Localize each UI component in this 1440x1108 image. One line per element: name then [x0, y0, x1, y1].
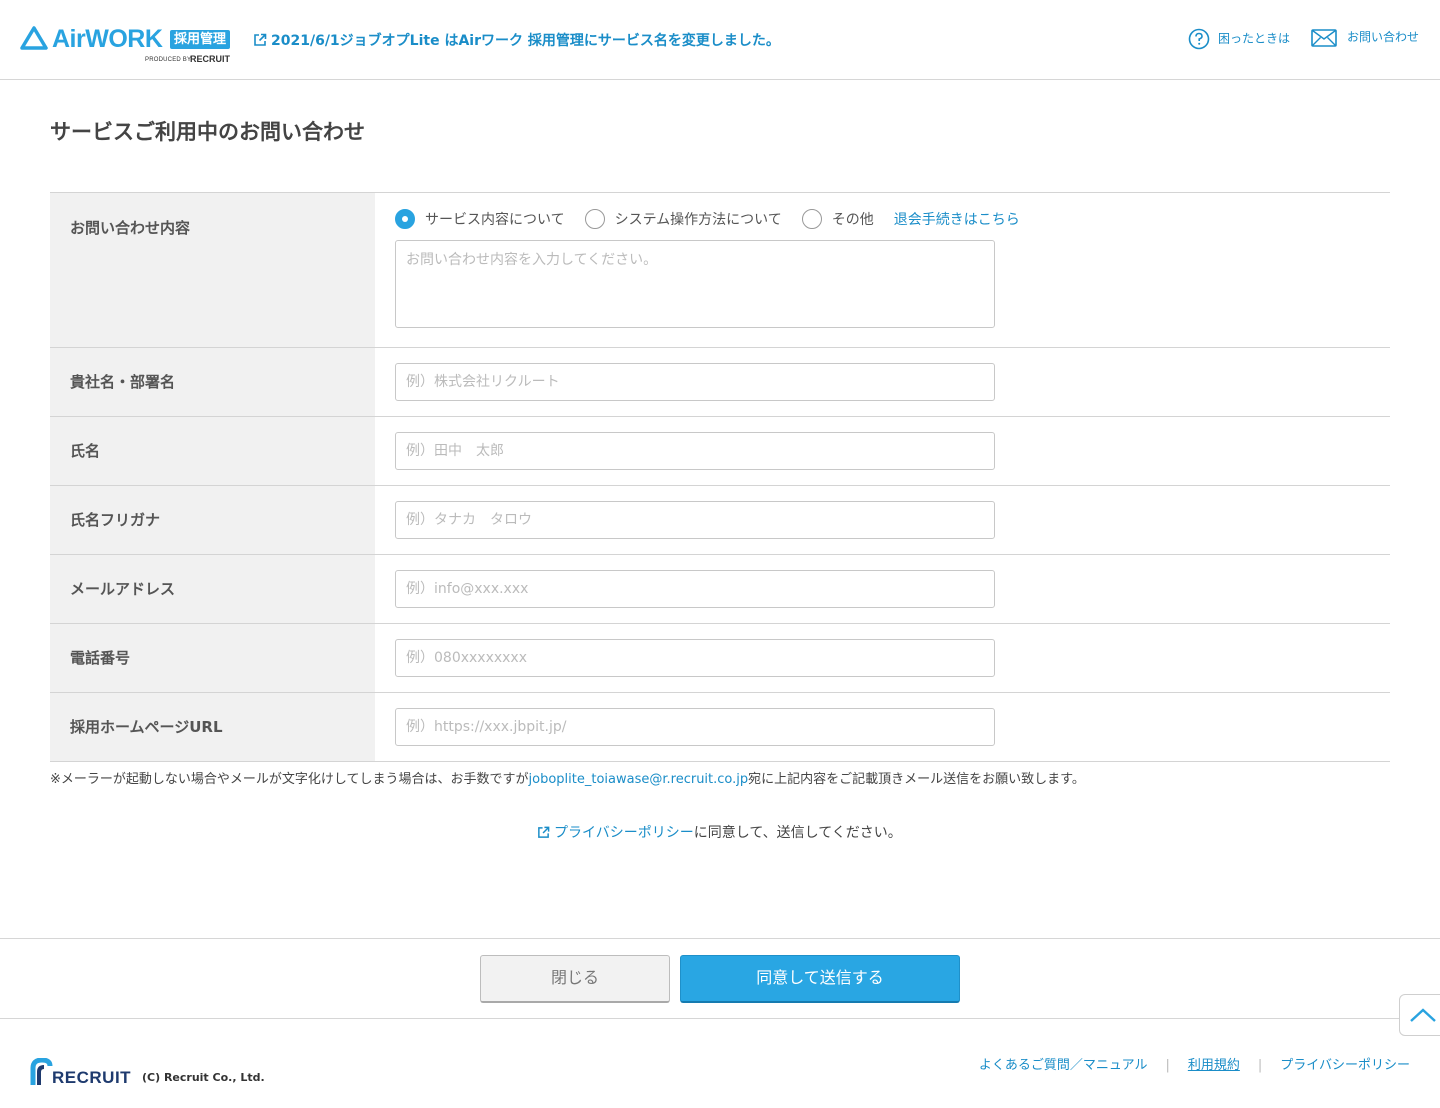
logo-text: AirWORK — [52, 25, 163, 53]
footer-separator: | — [1257, 1058, 1263, 1073]
radio-unchecked-icon — [584, 209, 605, 229]
radio-other-label: その他 — [831, 212, 874, 228]
announcement-link[interactable]: 2021/6/1ジョブオプLite はAirワーク 採用管理にサービス名を変更し… — [253, 30, 780, 50]
inquiry-type-radios: サービス内容について システム操作方法について その他 退会手続きはこちら — [395, 207, 1390, 231]
help-link[interactable]: 困ったときは — [1188, 28, 1290, 50]
radio-system[interactable]: システム操作方法について — [584, 209, 782, 229]
inquiry-textarea[interactable]: お問い合わせ内容を入力してください。 — [395, 240, 995, 328]
homepage-label: 採用ホームページURL — [50, 693, 375, 761]
form-row-company: 貴社名・部署名 例）株式会社リクルート — [50, 348, 1390, 417]
form-row-homepage: 採用ホームページURL 例）https://xxx.jbpit.jp/ — [50, 693, 1390, 762]
form-row-inquiry: お問い合わせ内容 サービス内容について システム操作方法について その他 退会手… — [50, 193, 1390, 348]
name-label: 氏名 — [50, 417, 375, 485]
furigana-label: 氏名フリガナ — [50, 486, 375, 554]
homepage-input[interactable]: 例）https://xxx.jbpit.jp/ — [395, 708, 995, 746]
copyright: (C) Recruit Co., Ltd. — [142, 1071, 265, 1084]
privacy-suffix: に同意して、送信してください。 — [693, 825, 902, 841]
submit-button[interactable]: 同意して送信する — [680, 955, 960, 1003]
company-input[interactable]: 例）株式会社リクルート — [395, 363, 995, 401]
form-row-furigana: 氏名フリガナ 例）タナカ タロウ — [50, 486, 1390, 555]
airwork-logo[interactable]: AirWORK 採用管理 PRODUCED BY RECRUIT — [20, 26, 235, 70]
contact-label: お問い合わせ — [1347, 30, 1420, 44]
mail-address-link[interactable]: joboplite_toiawase@r.recruit.co.jp — [529, 772, 749, 787]
phone-input[interactable]: 例）080xxxxxxxx — [395, 639, 995, 677]
page-title: サービスご利用中のお問い合わせ — [50, 120, 365, 144]
envelope-icon — [1311, 28, 1337, 47]
radio-system-label: システム操作方法について — [614, 212, 782, 228]
form-row-name: 氏名 例）田中 太郎 — [50, 417, 1390, 486]
radio-service[interactable]: サービス内容について — [395, 209, 565, 229]
phone-label: 電話番号 — [50, 624, 375, 692]
close-button[interactable]: 閉じる — [480, 955, 670, 1003]
scroll-to-top-button[interactable] — [1399, 994, 1440, 1036]
inquiry-form: お問い合わせ内容 サービス内容について システム操作方法について その他 退会手… — [50, 192, 1390, 762]
footer-link-terms[interactable]: 利用規約 — [1188, 1058, 1240, 1073]
footer-recruit-wordmark: RECRUIT — [52, 1068, 132, 1087]
footer-link-faq[interactable]: よくあるご質問／マニュアル — [979, 1058, 1148, 1073]
radio-checked-icon — [395, 209, 415, 229]
logo-produced-by: PRODUCED BY — [145, 57, 192, 63]
radio-service-label: サービス内容について — [425, 212, 565, 228]
external-link-icon — [254, 33, 267, 46]
footer-links: よくあるご質問／マニュアル | 利用規約 | プライバシーポリシー — [979, 1054, 1410, 1073]
form-row-email: メールアドレス 例）info@xxx.xxx — [50, 555, 1390, 624]
company-label: 貴社名・部署名 — [50, 348, 375, 416]
mail-note-suffix: 宛に上記内容をご記載頂きメール送信をお願い致します。 — [748, 772, 1085, 787]
radio-unchecked-icon — [801, 209, 822, 229]
form-row-phone: 電話番号 例）080xxxxxxxx — [50, 624, 1390, 693]
mail-fallback-note: ※メーラーが起動しない場合やメールが文字化けしてしまう場合は、お手数ですがjob… — [50, 768, 1085, 787]
announcement-text: 2021/6/1ジョブオプLite はAirワーク 採用管理にサービス名を変更し… — [271, 33, 780, 49]
inquiry-label: お問い合わせ内容 — [50, 193, 375, 347]
withdraw-link[interactable]: 退会手続きはこちら — [894, 209, 1020, 229]
mail-note-prefix: ※メーラーが起動しない場合やメールが文字化けしてしまう場合は、お手数ですが — [50, 772, 529, 787]
radio-other[interactable]: その他 — [801, 209, 874, 229]
help-label: 困ったときは — [1218, 31, 1291, 46]
airwork-logo-icon — [20, 26, 48, 50]
privacy-consent-note: プライバシーポリシーに同意して、送信してください。 — [537, 822, 902, 842]
email-label: メールアドレス — [50, 555, 375, 623]
footer-link-privacy[interactable]: プライバシーポリシー — [1280, 1058, 1410, 1073]
chevron-up-icon — [1410, 1008, 1436, 1022]
email-input[interactable]: 例）info@xxx.xxx — [395, 570, 995, 608]
action-bar: 閉じる 同意して送信する — [0, 938, 1440, 1019]
recruit-logo-icon — [30, 1058, 53, 1085]
header: AirWORK 採用管理 PRODUCED BY RECRUIT 2021/6/… — [0, 0, 1440, 80]
footer-separator: | — [1165, 1058, 1170, 1073]
logo-badge: 採用管理 — [170, 30, 231, 49]
logo-recruit: RECRUIT — [190, 54, 230, 64]
external-link-icon — [538, 826, 550, 838]
privacy-policy-link[interactable]: プライバシーポリシー — [554, 825, 694, 841]
furigana-input[interactable]: 例）タナカ タロウ — [395, 501, 995, 539]
contact-link[interactable]: お問い合わせ — [1311, 28, 1419, 47]
name-input[interactable]: 例）田中 太郎 — [395, 432, 995, 470]
question-circle-icon — [1188, 28, 1210, 50]
